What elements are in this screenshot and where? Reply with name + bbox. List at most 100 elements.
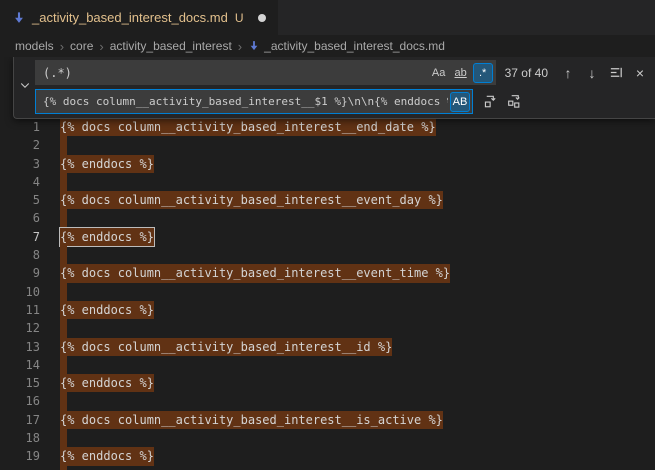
regex-toggle[interactable]: .*	[473, 63, 493, 83]
empty-line-match-highlight	[60, 466, 67, 470]
results-count: 37 of 40	[505, 66, 548, 80]
empty-line-match-highlight	[60, 319, 67, 337]
gutter: 1234567891011121314151617181920	[0, 118, 40, 470]
code-line[interactable]	[60, 283, 450, 301]
empty-line-match-highlight	[60, 392, 67, 410]
code-viewport: 1234567891011121314151617181920 {% docs …	[0, 118, 655, 470]
code-line[interactable]	[60, 319, 450, 337]
line-number: 16	[0, 392, 40, 410]
line-number: 9	[0, 264, 40, 282]
line-number: 11	[0, 301, 40, 319]
line-number: 10	[0, 283, 40, 301]
find-match-highlight: {% enddocs %}	[60, 228, 154, 246]
code-line[interactable]: {% enddocs %}	[60, 301, 450, 319]
find-in-selection-icon	[609, 65, 624, 80]
breadcrumb-file-label: _activity_based_interest_docs.md	[264, 39, 445, 53]
line-number: 19	[0, 447, 40, 465]
replace-icon	[483, 94, 498, 109]
line-number: 20	[0, 466, 40, 470]
code-line[interactable]: {% enddocs %}	[60, 447, 450, 465]
chevron-down-icon	[19, 78, 31, 96]
find-replace-widget: (.*) Aa ab .* 37 of 40 ↑ ↓ ×	[13, 57, 655, 119]
empty-line-match-highlight	[60, 209, 67, 227]
toggle-replace-button[interactable]	[14, 60, 35, 114]
code-line[interactable]: {% docs column__activity_based_interest_…	[60, 264, 450, 282]
find-match-highlight: {% docs column__activity_based_interest_…	[60, 118, 436, 136]
code-line[interactable]: {% docs column__activity_based_interest_…	[60, 191, 450, 209]
breadcrumb-item-file[interactable]: _activity_based_interest_docs.md	[248, 39, 445, 53]
git-status-badge: U	[235, 11, 244, 25]
replace-all-button[interactable]	[503, 91, 525, 113]
close-button[interactable]: ×	[629, 62, 651, 84]
code-line[interactable]: {% enddocs %}	[60, 228, 450, 246]
previous-match-button[interactable]: ↑	[557, 62, 579, 84]
line-number: 3	[0, 155, 40, 173]
line-number: 18	[0, 429, 40, 447]
empty-line-match-highlight	[60, 356, 67, 374]
vscode-window: _activity_based_interest_docs.md U model…	[0, 0, 655, 470]
code-line[interactable]	[60, 246, 450, 264]
find-match-highlight: {% enddocs %}	[60, 447, 154, 465]
find-match-highlight: {% docs column__activity_based_interest_…	[60, 264, 450, 282]
unsaved-changes-dot[interactable]	[258, 14, 266, 22]
editor[interactable]: 1234567891011121314151617181920 {% docs …	[0, 57, 655, 470]
replace-button[interactable]	[479, 91, 501, 113]
find-match-highlight: {% docs column__activity_based_interest_…	[60, 338, 392, 356]
find-input-value: (.*)	[43, 66, 427, 80]
code-line[interactable]	[60, 136, 450, 154]
line-number: 6	[0, 209, 40, 227]
find-match-highlight: {% enddocs %}	[60, 374, 154, 392]
breadcrumb: models › core › activity_based_interest …	[0, 35, 655, 57]
code-line[interactable]: {% docs column__activity_based_interest_…	[60, 411, 450, 429]
line-number: 2	[0, 136, 40, 154]
whole-word-toggle[interactable]: ab	[451, 63, 471, 83]
line-number: 8	[0, 246, 40, 264]
line-number: 4	[0, 173, 40, 191]
code-line[interactable]	[60, 392, 450, 410]
markdown-file-icon	[12, 11, 26, 25]
code-line[interactable]	[60, 209, 450, 227]
next-match-button[interactable]: ↓	[581, 62, 603, 84]
code-line[interactable]	[60, 356, 450, 374]
empty-line-match-highlight	[60, 429, 67, 447]
find-match-highlight: {% docs column__activity_based_interest_…	[60, 411, 443, 429]
preserve-case-toggle[interactable]: AB	[450, 92, 470, 112]
line-number: 7	[0, 228, 40, 246]
code-line[interactable]: {% docs column__activity_based_interest_…	[60, 118, 450, 136]
code-line[interactable]: {% enddocs %}	[60, 374, 450, 392]
breadcrumb-item-core[interactable]: core	[70, 39, 93, 53]
tab-bar: _activity_based_interest_docs.md U	[0, 0, 655, 35]
code-line[interactable]	[60, 173, 450, 191]
match-case-toggle[interactable]: Aa	[429, 63, 449, 83]
replace-all-icon	[507, 94, 522, 109]
empty-line-match-highlight	[60, 283, 67, 301]
replace-row: {% docs column__activity_based_interest_…	[35, 89, 651, 114]
empty-line-match-highlight	[60, 246, 67, 264]
find-row: (.*) Aa ab .* 37 of 40 ↑ ↓ ×	[35, 60, 651, 85]
tab-filename: _activity_based_interest_docs.md	[32, 10, 228, 25]
code-line[interactable]	[60, 429, 450, 447]
chevron-right-icon: ›	[238, 39, 242, 54]
find-match-highlight: {% enddocs %}	[60, 301, 154, 319]
find-in-selection-button[interactable]	[605, 62, 627, 84]
code-line[interactable]: {% docs column__activity_based_interest_…	[60, 338, 450, 356]
empty-line-match-highlight	[60, 136, 67, 154]
breadcrumb-item-models[interactable]: models	[15, 39, 54, 53]
editor-tab[interactable]: _activity_based_interest_docs.md U	[0, 0, 278, 35]
find-match-highlight: {% enddocs %}	[60, 155, 154, 173]
line-number: 12	[0, 319, 40, 337]
line-number: 13	[0, 338, 40, 356]
code-line[interactable]	[60, 466, 450, 470]
code-area[interactable]: {% docs column__activity_based_interest_…	[40, 118, 450, 470]
find-match-highlight: {% docs column__activity_based_interest_…	[60, 191, 443, 209]
replace-input-value: {% docs column__activity_based_interest_…	[43, 95, 448, 108]
chevron-right-icon: ›	[99, 39, 103, 54]
breadcrumb-item-activity-based-interest[interactable]: activity_based_interest	[110, 39, 232, 53]
empty-line-match-highlight	[60, 173, 67, 191]
line-number: 15	[0, 374, 40, 392]
replace-input[interactable]: {% docs column__activity_based_interest_…	[35, 89, 473, 114]
line-number: 1	[0, 118, 40, 136]
find-input[interactable]: (.*) Aa ab .*	[35, 60, 496, 85]
code-line[interactable]: {% enddocs %}	[60, 155, 450, 173]
line-number: 14	[0, 356, 40, 374]
